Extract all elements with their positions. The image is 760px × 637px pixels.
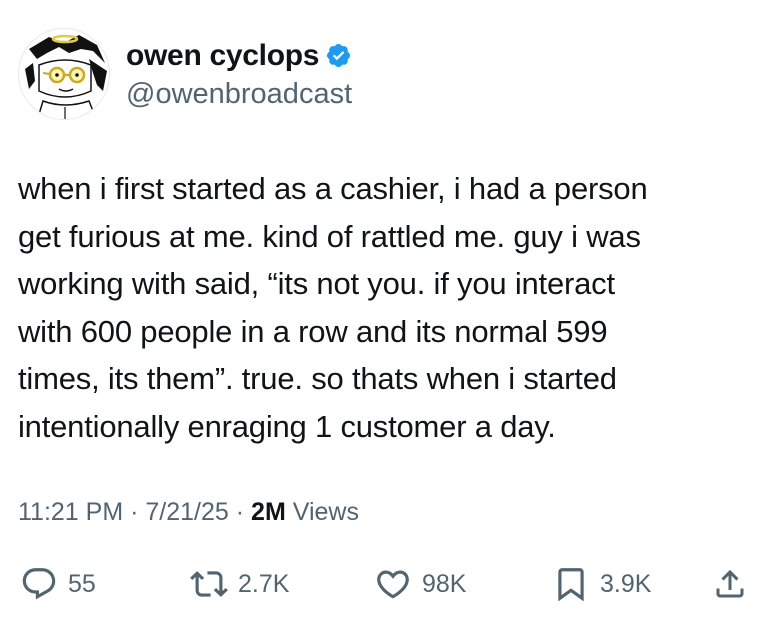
like-button[interactable]: 98K [374,562,466,606]
tweet-header: owen cyclops @owenbroadcast [18,28,352,120]
avatar[interactable] [18,28,110,120]
tweet-text-line: working with said, “its not you. if you … [18,266,615,301]
retweet-count: 2.7K [238,569,290,598]
views-label: Views [292,498,359,526]
reply-count: 55 [68,569,96,598]
action-bar: 55 2.7K 98K 3.9K [0,562,760,606]
bookmark-button[interactable]: 3.9K [552,562,651,606]
bookmark-icon [558,568,584,602]
verified-badge-icon [325,42,352,69]
heart-icon [377,570,409,599]
author-handle[interactable]: @owenbroadcast [126,78,352,111]
reply-button[interactable]: 55 [20,562,96,606]
share-button[interactable] [712,562,748,606]
tweet-text-line: times, its them”. true. so thats when i … [18,361,617,396]
like-count: 98K [422,569,467,598]
retweet-icon [190,571,228,597]
retweet-button[interactable]: 2.7K [190,562,289,606]
tweet-text-line: with 600 people in a row and its normal … [18,313,608,349]
name-row: owen cyclops [126,38,352,74]
tweet-text: when i first started as a cashier, i had… [18,165,748,450]
tweet-date[interactable]: 7/21/25 [145,498,228,526]
views-count: 2M [251,498,286,526]
share-icon [716,569,744,598]
meta-separator: · [130,498,139,526]
tweet-text-line: get furious at me. kind of rattled me. g… [18,218,641,254]
tweet-meta: 11:21 PM · 7/21/25 · 2M Views [18,498,359,527]
avatar-illustration [19,29,109,119]
tweet: owen cyclops @owenbroadcast when i first… [0,0,760,637]
display-name[interactable]: owen cyclops [126,39,319,73]
tweet-time[interactable]: 11:21 PM [18,498,123,526]
meta-separator: · [235,498,245,526]
author-names: owen cyclops @owenbroadcast [126,38,352,111]
reply-icon [22,568,56,600]
tweet-text-line: when i first started as a cashier, i had… [18,171,648,206]
tweet-text-line: intentionally enraging 1 customer a day. [18,408,556,444]
bookmark-count: 3.9K [600,569,652,598]
